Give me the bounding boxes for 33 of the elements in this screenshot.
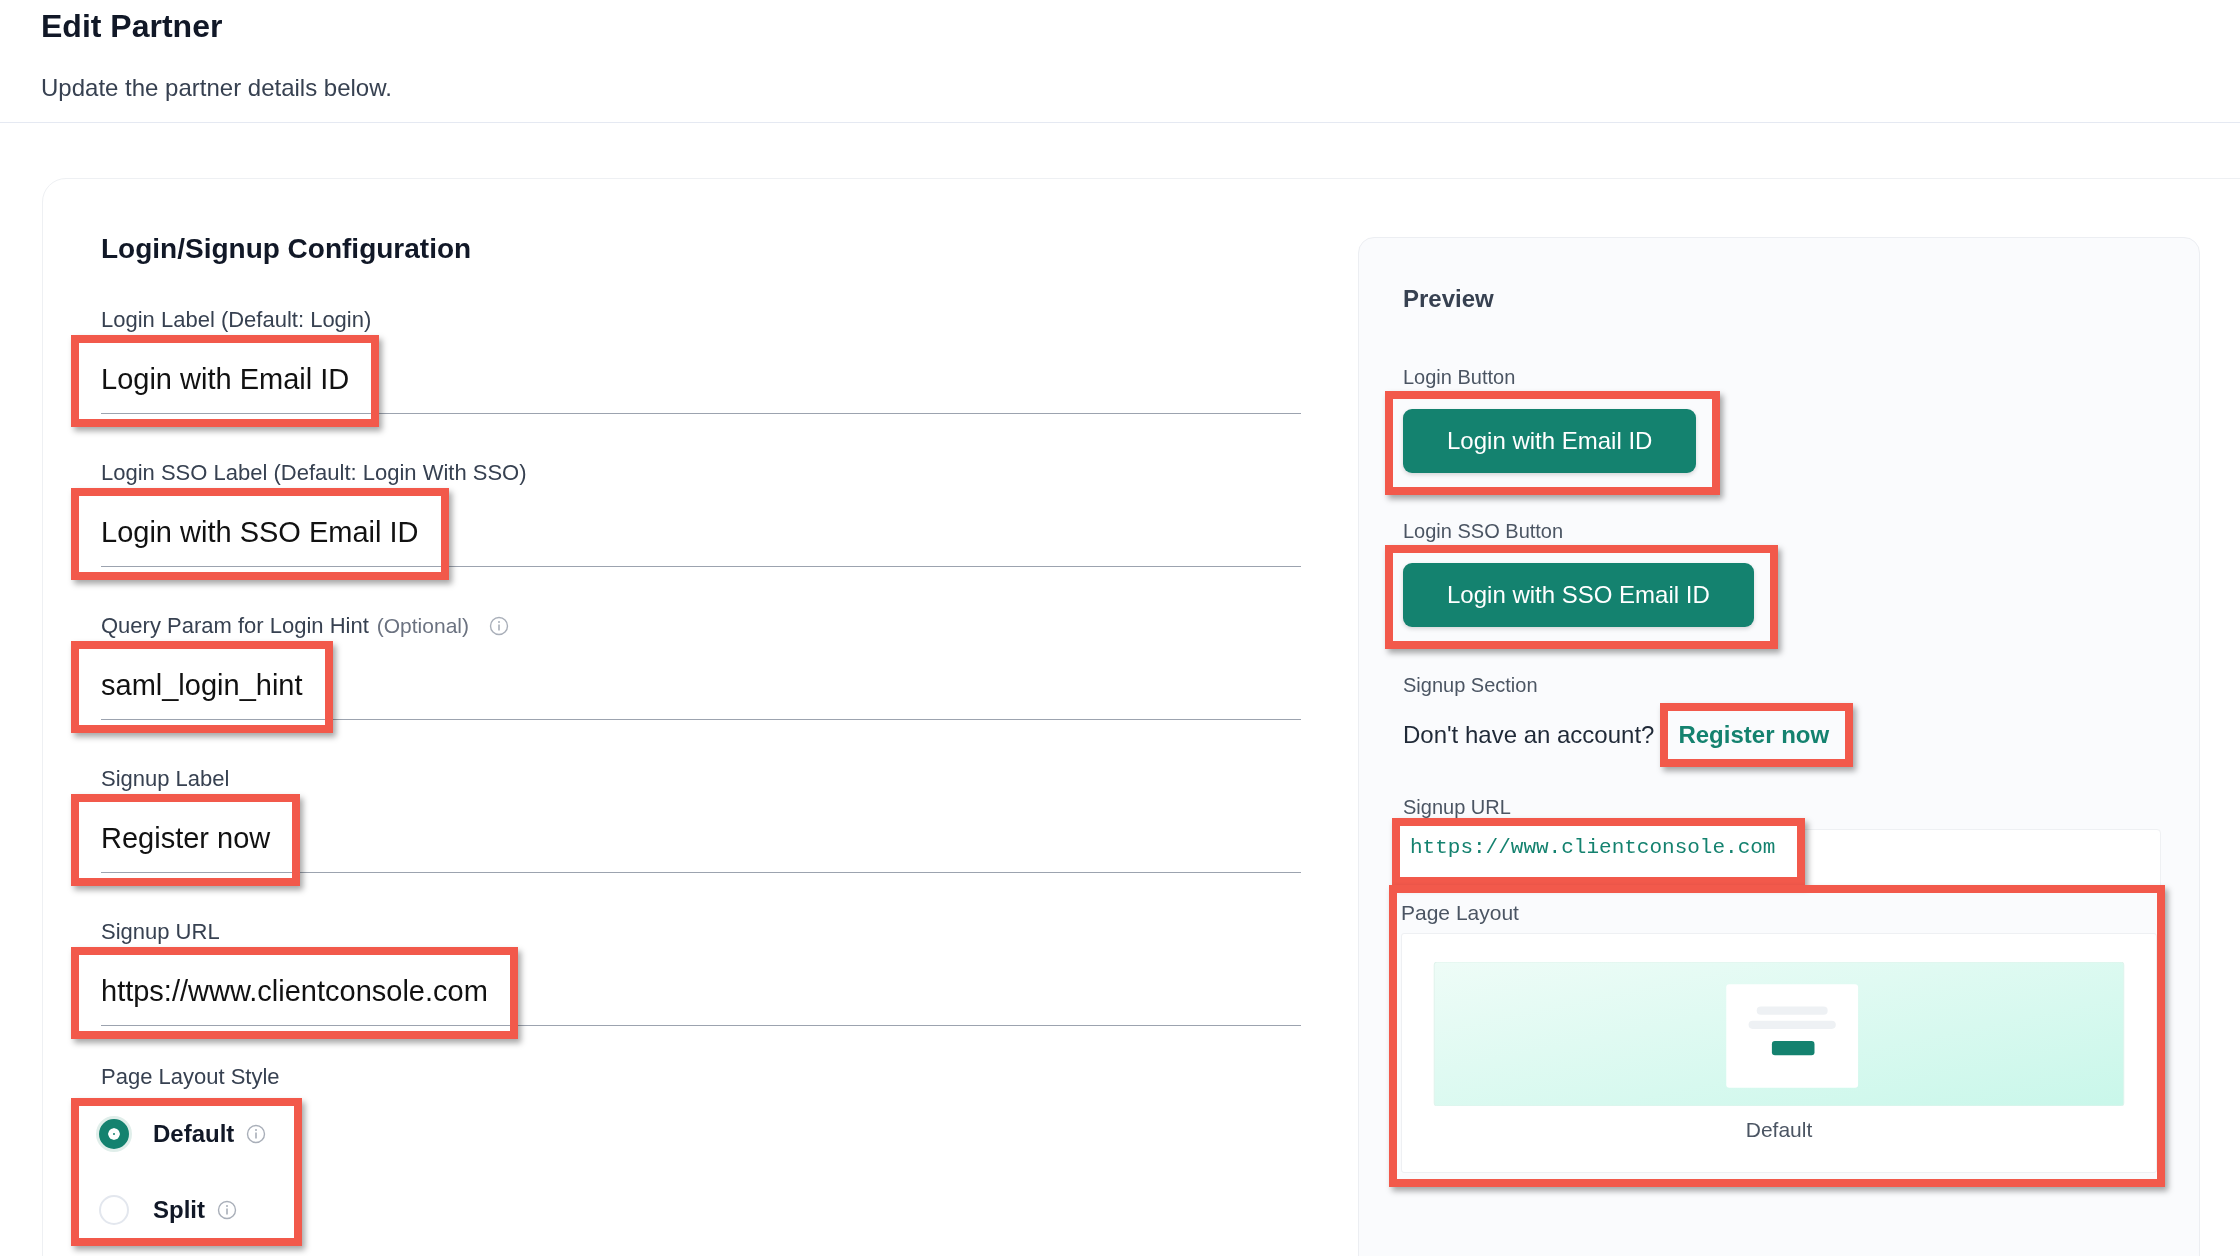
page-subtitle: Update the partner details below.: [41, 74, 393, 102]
text-input[interactable]: Register now: [101, 802, 271, 856]
optional-note: (Optional): [376, 614, 469, 638]
layout-caption: Default: [1744, 1118, 1814, 1142]
preview-label: Login Button: [1403, 365, 1517, 389]
url-text: https://www.clientconsole.com: [1410, 836, 1776, 859]
login-button[interactable]: Login with SSO Email ID: [1403, 563, 1754, 627]
text-input[interactable]: Login with SSO Email ID: [101, 496, 419, 550]
field-label: Signup URL: [101, 918, 220, 946]
preview-label: Signup URL: [1403, 795, 1512, 819]
text-input[interactable]: https://www.clientconsole.com: [101, 955, 488, 1009]
radio-label: Split: [153, 1196, 205, 1224]
preview-label: Page Layout: [1401, 901, 1520, 925]
page-title: Edit Partner: [41, 7, 224, 46]
register-link[interactable]: Register now: [1678, 721, 1830, 748]
info-icon[interactable]: [217, 1200, 237, 1220]
field-label: Page Layout Style: [101, 1063, 281, 1091]
info-icon[interactable]: [489, 616, 509, 636]
preview-label: Signup Section: [1403, 673, 1539, 697]
field-label: Login SSO Label (Default: Login With SSO): [101, 459, 527, 487]
text-input[interactable]: Login with Email ID: [101, 343, 350, 397]
field-label: Signup Label: [101, 765, 230, 793]
field-label: Login Label (Default: Login): [101, 306, 372, 334]
preview-title: Preview: [1403, 284, 1495, 314]
preview-label: Login SSO Button: [1403, 519, 1565, 543]
text-input[interactable]: saml_login_hint: [101, 649, 303, 703]
section-title: Login/Signup Configuration: [101, 232, 473, 266]
field-label: Query Param for Login Hint: [101, 612, 369, 640]
signup-prompt: Don't have an account?: [1403, 721, 1655, 749]
radio-button[interactable]: [99, 1119, 129, 1149]
login-button[interactable]: Login with Email ID: [1403, 409, 1697, 473]
radio-label: Default: [153, 1120, 235, 1148]
info-icon[interactable]: [246, 1124, 267, 1144]
